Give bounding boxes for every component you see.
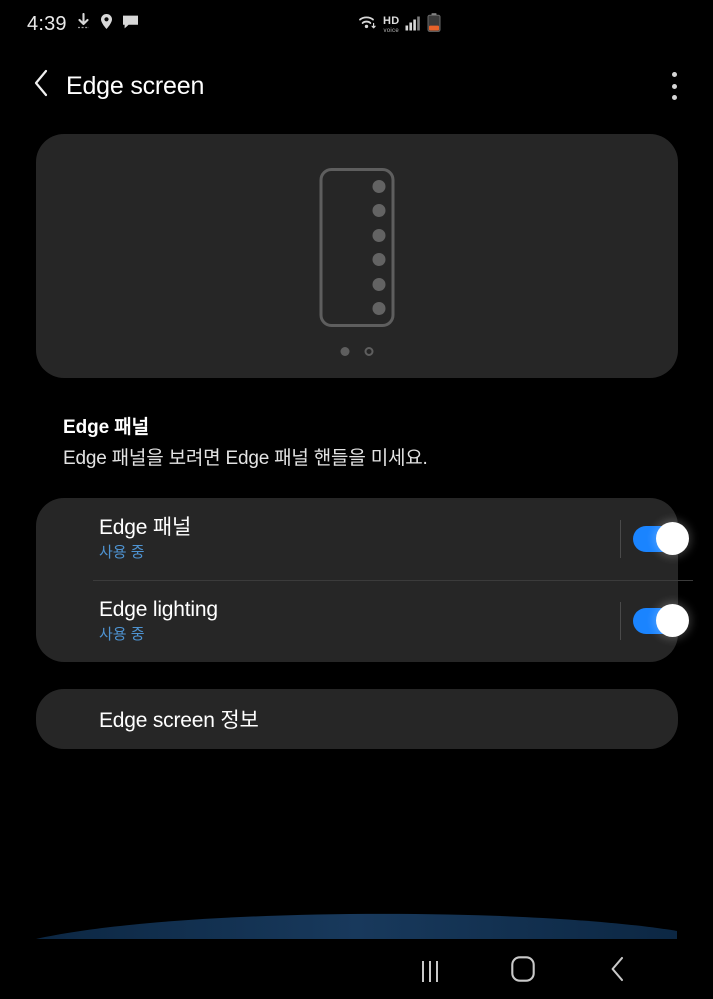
row-vertical-divider: [620, 602, 621, 640]
status-bar: 4:39 HD voice: [0, 0, 713, 48]
page-dot-1[interactable]: [340, 347, 350, 356]
edge-dot: [372, 180, 386, 193]
edge-dot: [372, 277, 386, 291]
preview-page-indicator[interactable]: [340, 347, 374, 356]
edge-dot: [372, 253, 386, 267]
location-pin-icon: [100, 13, 113, 35]
back-button[interactable]: [24, 63, 58, 107]
setting-row-text: Edge lighting 사용 중: [99, 597, 218, 645]
wifi-icon: [358, 14, 378, 37]
edge-lighting-preview-arc: [0, 890, 713, 950]
app-header: Edge screen: [0, 55, 713, 115]
info-row-label: Edge screen 정보: [99, 709, 259, 732]
status-bar-left: 4:39: [27, 12, 139, 35]
page-title: Edge screen: [66, 72, 205, 100]
back-chevron-icon: [609, 956, 626, 987]
settings-toggle-card: Edge 패널 사용 중 Edge lighting 사용 중: [36, 498, 693, 662]
phone-outline-illustration: [319, 168, 395, 327]
row-vertical-divider: [620, 520, 621, 558]
nav-recents-button[interactable]: [395, 944, 465, 999]
setting-row-edge-lighting[interactable]: Edge lighting 사용 중: [36, 580, 689, 662]
status-bar-clock: 4:39: [27, 13, 67, 35]
system-navigation-bar: [0, 944, 713, 999]
home-icon: [511, 956, 535, 987]
setting-row-subtitle: 사용 중: [99, 544, 145, 561]
setting-row-title: Edge 패널: [99, 516, 192, 539]
more-vertical-icon-dot-3: [671, 95, 677, 100]
nav-back-button[interactable]: [582, 944, 652, 999]
recents-icon: [422, 961, 438, 982]
page-dot-2[interactable]: [364, 347, 374, 356]
edge-screen-info-row[interactable]: Edge screen 정보: [36, 689, 678, 749]
toggle-switch-edge-lighting[interactable]: [633, 603, 689, 639]
nav-home-button[interactable]: [488, 944, 558, 999]
setting-row-edge-panel[interactable]: Edge 패널 사용 중: [36, 498, 689, 580]
section-title: Edge 패널: [63, 417, 149, 438]
edge-dot: [372, 204, 386, 218]
edge-dot: [372, 301, 386, 315]
toggle-switch-edge-panel[interactable]: [633, 521, 689, 557]
download-icon: [76, 12, 91, 35]
message-bubble-icon: [122, 14, 139, 35]
hd-label: HD: [383, 15, 400, 27]
toggle-knob: [656, 522, 689, 555]
setting-row-subtitle: 사용 중: [99, 626, 145, 643]
voice-label: voice: [383, 28, 399, 34]
chevron-left-icon: [32, 68, 50, 103]
edge-handle-dots: [372, 180, 386, 315]
more-vertical-icon-dot-2: [671, 83, 677, 89]
status-bar-right: HD voice: [358, 13, 441, 37]
edge-preview-card[interactable]: [36, 134, 678, 378]
section-description: Edge 패널을 보려면 Edge 패널 핸들을 미세요.: [63, 448, 428, 469]
hd-voice-icon: HD voice: [383, 15, 400, 35]
toggle-knob: [656, 604, 689, 637]
setting-row-text: Edge 패널 사용 중: [99, 515, 191, 563]
edge-dot: [372, 228, 386, 242]
signal-bars-icon: [405, 15, 422, 36]
more-options-button[interactable]: [661, 69, 687, 103]
battery-low-icon: [427, 13, 441, 37]
edge-panel-section: Edge 패널 Edge 패널을 보려면 Edge 패널 핸들을 미세요.: [63, 415, 663, 473]
more-vertical-icon-dot-1: [671, 72, 677, 77]
setting-row-title: Edge lighting: [99, 598, 218, 621]
